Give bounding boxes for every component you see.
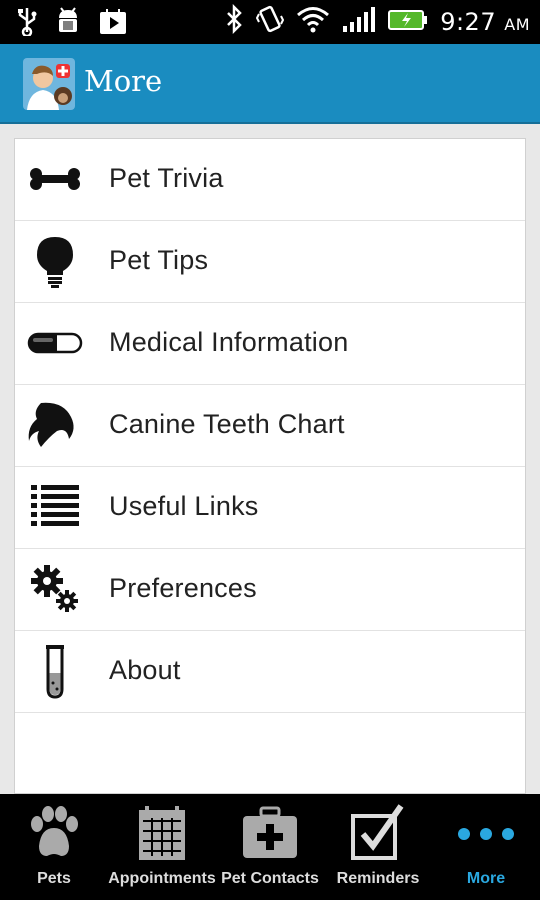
pill-icon (27, 315, 83, 371)
lightbulb-icon (27, 233, 83, 289)
bone-icon (27, 151, 83, 207)
tab-label: Reminders (336, 870, 420, 887)
menu-item-label: Canine Teeth Chart (109, 409, 345, 439)
menu-item-useful-links[interactable]: Useful Links (15, 467, 525, 549)
clock-ampm: AM (504, 14, 530, 34)
clock-time: 9:27 (440, 7, 497, 36)
page-title: More (84, 64, 163, 98)
wifi-icon (296, 4, 330, 39)
action-bar: More (0, 44, 540, 124)
tab-appointments[interactable]: Appointments (108, 794, 216, 900)
menu-item-label: Pet Tips (109, 245, 209, 275)
menu-item-preferences[interactable]: Preferences (15, 549, 525, 631)
tab-label: Appointments (108, 870, 216, 887)
app-logo-icon[interactable] (23, 58, 75, 110)
menu-list: Pet Trivia Pet Tips Medical Information … (14, 138, 526, 794)
menu-item-label: Useful Links (109, 491, 259, 521)
menu-item-canine-teeth-chart[interactable]: Canine Teeth Chart (15, 385, 525, 467)
paw-icon (23, 802, 85, 864)
medkit-icon (239, 802, 301, 864)
status-bar: 9:27 AM (0, 0, 540, 44)
tooth-icon (27, 397, 83, 453)
menu-item-label: Preferences (109, 573, 257, 603)
test-tube-icon (27, 643, 83, 699)
checkbox-icon (347, 802, 409, 864)
tab-label: Pet Contacts (221, 870, 319, 887)
menu-item-pet-trivia[interactable]: Pet Trivia (15, 139, 525, 221)
bottom-nav: Pets Appointments Pet Contacts Reminders… (0, 794, 540, 900)
bluetooth-icon (224, 3, 244, 39)
tab-reminders[interactable]: Reminders (324, 794, 432, 900)
android-debug-icon (54, 6, 82, 41)
gears-icon (27, 561, 83, 617)
play-store-icon (98, 6, 128, 41)
signal-icon (342, 4, 376, 39)
menu-item-label: Pet Trivia (109, 163, 224, 193)
menu-item-label: About (109, 655, 181, 685)
tab-label: More (466, 870, 506, 887)
menu-item-medical-information[interactable]: Medical Information (15, 303, 525, 385)
tab-pets[interactable]: Pets (0, 794, 108, 900)
menu-item-about[interactable]: About (15, 631, 525, 713)
calendar-icon (131, 802, 193, 864)
tab-more[interactable]: More (432, 794, 540, 900)
tab-label: Pets (37, 870, 71, 887)
list-icon (27, 479, 83, 535)
dots-icon (455, 802, 517, 864)
vibrate-icon (256, 4, 285, 39)
tab-pet-contacts[interactable]: Pet Contacts (216, 794, 324, 900)
clock: 9:27 AM (440, 8, 530, 36)
menu-item-label: Medical Information (109, 327, 349, 357)
menu-item-pet-tips[interactable]: Pet Tips (15, 221, 525, 303)
usb-icon (16, 6, 38, 41)
battery-icon (388, 4, 428, 39)
